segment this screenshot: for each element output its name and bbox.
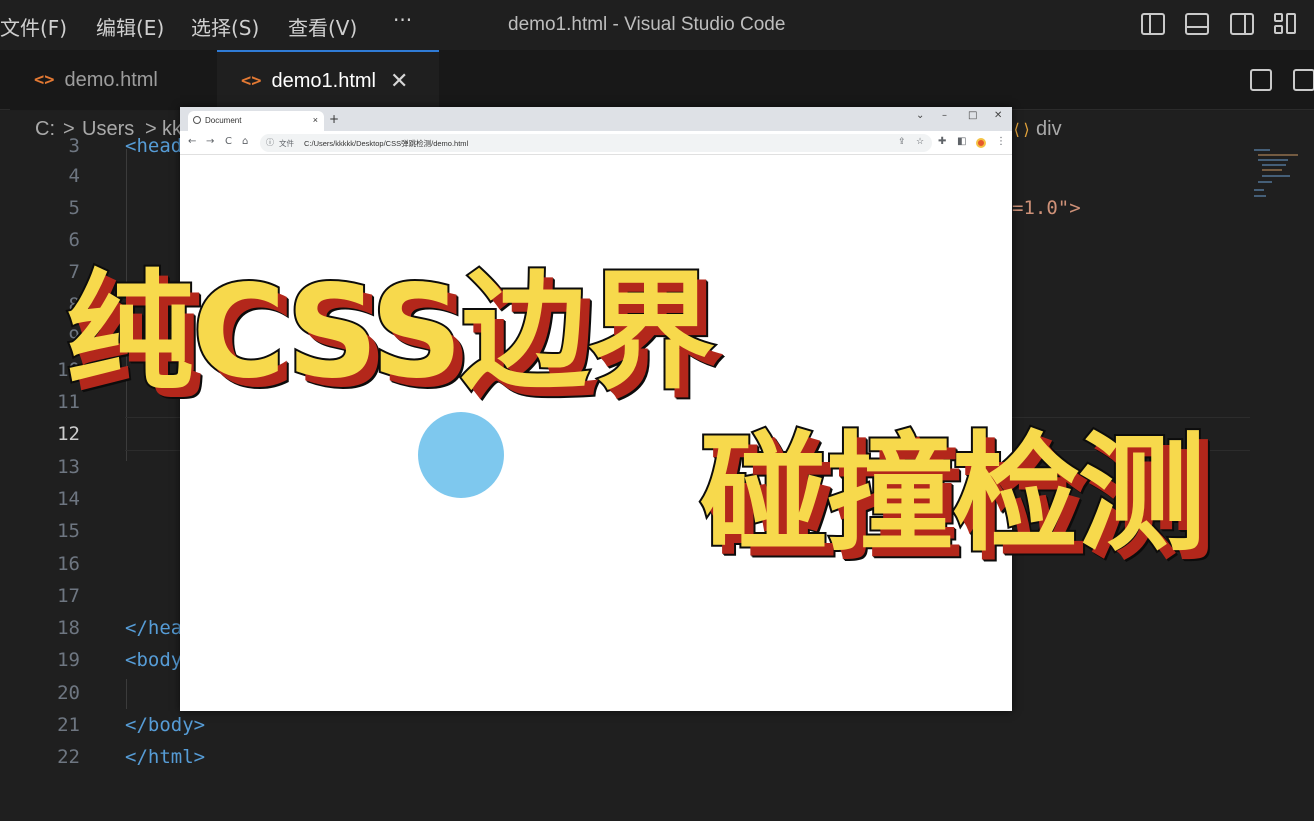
split-editor-icon[interactable] xyxy=(1293,69,1314,91)
window-title: demo1.html - Visual Studio Code xyxy=(508,14,786,35)
toggle-primary-sidebar-icon[interactable] xyxy=(1141,13,1165,35)
line-number: 4 xyxy=(68,165,80,187)
line-number: 15 xyxy=(57,520,80,542)
home-icon[interactable]: ⌂ xyxy=(242,136,248,147)
reload-icon[interactable]: C xyxy=(225,136,232,147)
code-html-close: </html> xyxy=(125,746,206,768)
close-tab-icon[interactable]: ✕ xyxy=(390,69,408,94)
menu-view[interactable]: 查看(V) xyxy=(288,12,357,41)
profile-avatar[interactable] xyxy=(976,138,986,148)
line-number: 13 xyxy=(57,456,80,478)
menu-more[interactable]: ··· xyxy=(393,8,412,32)
address-bar[interactable]: ⓘ 文件 C:/Users/kkkkk/Desktop/CSS弹跳检测/demo… xyxy=(260,134,932,152)
extensions-icon[interactable]: ✚ xyxy=(938,136,946,147)
html-file-icon: <> xyxy=(241,71,262,91)
browser-tab-title: Document xyxy=(205,116,242,125)
menu-file[interactable]: 文件(F) xyxy=(0,12,67,41)
new-tab-button[interactable]: + xyxy=(329,112,339,126)
toggle-secondary-sidebar-icon[interactable] xyxy=(1230,13,1254,35)
menu-selection[interactable]: 选择(S) xyxy=(191,12,259,41)
cover-title-line-2: 碰撞检测 xyxy=(698,418,1208,571)
tab-label: demo.html xyxy=(64,68,158,91)
cover-title-line-1: 纯CSS边界 xyxy=(64,256,717,409)
menu-icon[interactable]: ⋮ xyxy=(996,136,1006,147)
title-bar: 文件(F) 编辑(E) 选择(S) 查看(V) ··· demo1.html -… xyxy=(0,0,1314,50)
bouncing-ball xyxy=(418,412,504,498)
tab-demo-html[interactable]: <> demo.html xyxy=(10,50,215,110)
code-body-open: <body xyxy=(125,649,183,671)
line-number: 18 xyxy=(57,617,80,639)
tab-demo1-html[interactable]: <> demo1.html ✕ xyxy=(217,50,439,110)
line-number: 17 xyxy=(57,585,80,607)
line-number: 3 xyxy=(68,135,80,157)
line-number: 5 xyxy=(68,197,80,219)
maximize-button[interactable]: □ xyxy=(968,110,977,121)
toggle-panel-icon[interactable] xyxy=(1185,13,1209,35)
forward-icon[interactable]: → xyxy=(206,136,214,147)
line-number: 20 xyxy=(57,682,80,704)
sidepanel-icon[interactable]: ◧ xyxy=(957,136,966,147)
close-window-button[interactable]: ✕ xyxy=(994,110,1002,121)
close-tab-icon[interactable]: × xyxy=(313,115,318,125)
breadcrumb-div[interactable]: div xyxy=(1036,118,1062,141)
code-meta-viewport-tail: =1.0"> xyxy=(1012,197,1081,219)
info-icon[interactable]: ⓘ xyxy=(266,137,274,148)
code-head-open: <head xyxy=(125,135,183,157)
line-number: 16 xyxy=(57,553,80,575)
html-file-icon: <> xyxy=(34,70,55,90)
customize-layout-icon[interactable] xyxy=(1274,13,1298,35)
menu-edit[interactable]: 编辑(E) xyxy=(96,12,164,41)
file-scheme-label: 文件 xyxy=(279,139,294,148)
open-preview-icon[interactable] xyxy=(1250,69,1272,91)
browser-tab-document[interactable]: Document × xyxy=(188,111,324,131)
browser-tab-strip: Document × + ⌄ – □ ✕ xyxy=(180,107,1012,131)
line-number-active: 12 xyxy=(57,423,80,445)
url-text: C:/Users/kkkkk/Desktop/CSS弹跳检测/demo.html xyxy=(304,139,469,148)
editor-tab-bar: <> demo.html <> demo1.html ✕ xyxy=(0,50,1314,110)
element-icon: ⟨⟩ xyxy=(1012,120,1032,139)
globe-icon xyxy=(193,116,201,124)
star-icon[interactable]: ☆ xyxy=(916,136,924,147)
minimap[interactable] xyxy=(1252,149,1304,209)
tab-search-icon[interactable]: ⌄ xyxy=(916,110,924,121)
line-number: 22 xyxy=(57,746,80,768)
back-icon[interactable]: ← xyxy=(188,136,196,147)
line-number: 14 xyxy=(57,488,80,510)
line-number: 21 xyxy=(57,714,80,736)
minimize-button[interactable]: – xyxy=(942,110,947,121)
code-body-close: </body> xyxy=(125,714,206,736)
share-icon[interactable]: ⇪ xyxy=(898,136,906,147)
browser-toolbar: ← → C ⌂ ⓘ 文件 C:/Users/kkkkk/Desktop/CSS弹… xyxy=(180,131,1012,155)
line-number: 19 xyxy=(57,649,80,671)
tab-label: demo1.html xyxy=(271,69,376,92)
indent-guide xyxy=(126,679,127,709)
